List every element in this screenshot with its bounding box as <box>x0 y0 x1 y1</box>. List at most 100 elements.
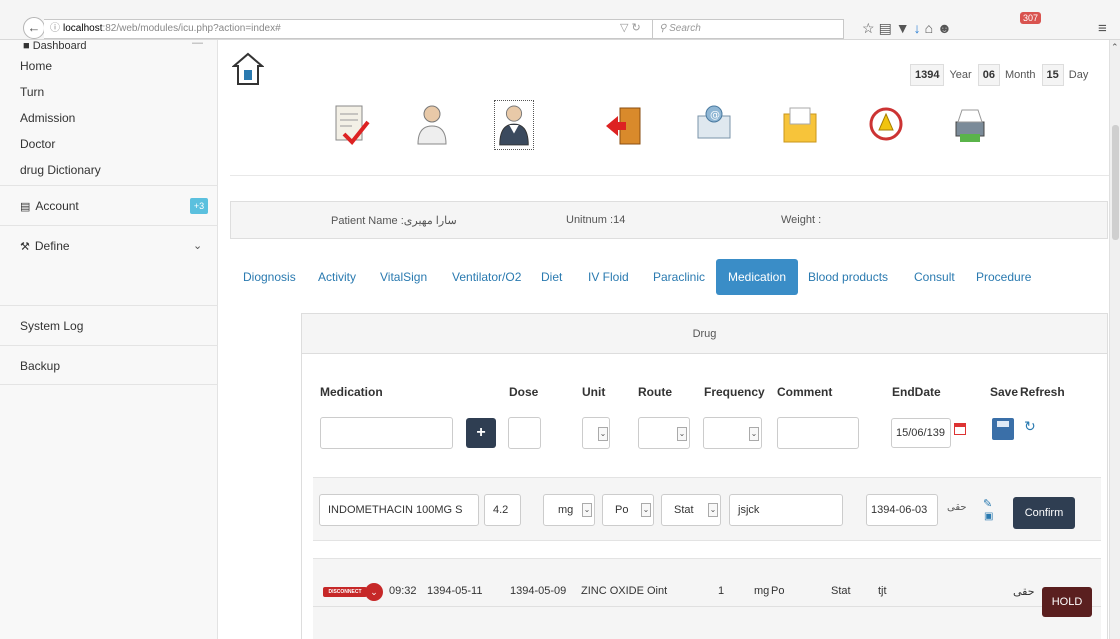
sidebar: ■ Dashboard — Home Turn Admission Doctor… <box>0 40 218 639</box>
route-select[interactable]: ⌄ <box>638 417 690 449</box>
col-save: Save <box>990 385 1019 399</box>
tab-medication[interactable]: Medication <box>716 259 799 295</box>
sidebar-item-label: Define <box>34 239 70 253</box>
pending-medication[interactable]: INDOMETHACIN 100MG S <box>319 494 479 526</box>
bookmark-star-icon[interactable]: ☆ <box>862 20 879 36</box>
patient-info-bar: Patient Name :سارا مهیری Unitnum :14 Wei… <box>230 201 1108 239</box>
tab-blood-products[interactable]: Blood products <box>808 259 888 295</box>
patient-weight: Weight : <box>781 214 822 226</box>
sidebar-item-system-log[interactable]: System Log <box>0 305 218 345</box>
browser-search-input[interactable]: ⚲ Search <box>652 19 844 39</box>
calendar-icon[interactable] <box>954 423 966 435</box>
comment-input[interactable] <box>777 417 859 449</box>
reading-list-icon[interactable]: ▤ <box>879 20 896 36</box>
url-host: localhost <box>63 23 103 34</box>
dose-input[interactable] <box>508 417 541 449</box>
scrollbar-thumb[interactable] <box>1112 125 1119 240</box>
tab-procedure[interactable]: Procedure <box>976 259 1031 295</box>
sidebar-item-home[interactable]: Home <box>0 52 218 80</box>
record-dose: 1 <box>718 585 725 597</box>
pocket-icon[interactable]: ▼ <box>896 20 914 36</box>
sidebar-item-drug-dictionary[interactable]: drug Dictionary <box>0 156 218 184</box>
tab-activity[interactable]: Activity <box>318 259 356 295</box>
col-refresh: Refresh <box>1020 385 1065 399</box>
printer-icon[interactable] <box>950 100 990 150</box>
disconnect-badge[interactable]: DISCONNECT <box>323 587 367 597</box>
month-label: Month <box>1004 69 1036 81</box>
pending-signature: حقی <box>947 502 967 513</box>
search-placeholder: Search <box>669 23 701 34</box>
sidebar-header[interactable]: ■ Dashboard — <box>23 40 213 52</box>
tab-iv-floid[interactable]: IV Floid <box>588 259 629 295</box>
folder-icon[interactable] <box>780 100 820 150</box>
date-display: 1394 Year 06 Month 15 Day <box>910 64 1094 86</box>
chevron-down-icon: ⌄ <box>582 503 592 517</box>
dashboard-icon: ■ <box>23 40 30 52</box>
back-button[interactable]: ← <box>23 17 45 39</box>
doctor-icon[interactable] <box>494 100 534 150</box>
drug-panel: Drug Medication Dose Unit Route Frequenc… <box>301 313 1108 639</box>
tab-ventilator[interactable]: Ventilator/O2 <box>452 259 521 295</box>
chevron-down-icon: ⌄ <box>708 503 718 517</box>
pending-unit-select[interactable]: mg ⌄ <box>543 494 595 526</box>
pending-enddate[interactable]: 1394-06-03 <box>866 494 938 526</box>
pending-frequency-select[interactable]: Stat ⌄ <box>661 494 721 526</box>
notification-badge[interactable]: 307 <box>1020 12 1042 24</box>
sidebar-item-backup[interactable]: Backup <box>0 345 218 385</box>
pending-route-value: Po <box>615 504 629 516</box>
sidebar-item-doctor[interactable]: Doctor <box>0 130 218 158</box>
sidebar-item-account[interactable]: ▤ Account +3 <box>0 185 218 225</box>
exit-door-icon[interactable] <box>604 100 644 150</box>
hold-button[interactable]: HOLD <box>1042 587 1092 617</box>
save-icon[interactable] <box>992 418 1014 440</box>
pending-comment[interactable]: jsjck <box>729 494 843 526</box>
alarm-clock-icon[interactable] <box>866 100 906 150</box>
download-icon[interactable]: ↓ <box>914 20 925 36</box>
pending-unit-value: mg <box>558 504 574 516</box>
home-browser-icon[interactable]: ⌂ <box>925 20 937 36</box>
trash-icon[interactable]: ▣ <box>984 511 993 522</box>
menu-icon[interactable]: ≡ <box>1098 20 1107 37</box>
col-route: Route <box>638 385 672 399</box>
enddate-input[interactable]: 15/06/139 <box>891 418 951 448</box>
browser-toolbar-icons: ☆▤▼↓⌂☻ <box>862 18 956 38</box>
tab-diet[interactable]: Diet <box>541 259 562 295</box>
home-icon[interactable] <box>232 52 264 86</box>
tab-paraclinic[interactable]: Paraclinic <box>653 259 705 295</box>
chevron-down-icon[interactable]: ⌄ <box>365 583 383 601</box>
nurse-icon[interactable] <box>412 100 452 150</box>
record-date-order: 1394-05-09 <box>510 585 567 597</box>
sidebar-item-admission[interactable]: Admission <box>0 104 218 132</box>
clipboard-check-icon[interactable] <box>330 100 370 150</box>
month-value: 06 <box>977 64 1000 86</box>
sidebar-item-label: Backup <box>20 359 61 373</box>
confirm-button[interactable]: Confirm <box>1013 497 1075 529</box>
chevron-down-icon: ⌄ <box>749 427 759 441</box>
unit-select[interactable]: ⌄ <box>582 417 610 449</box>
frequency-select[interactable]: ⌄ <box>703 417 762 449</box>
year-value: 1394 <box>910 64 945 86</box>
scrollbar[interactable]: ⌃ <box>1109 40 1120 639</box>
email-icon[interactable]: @ <box>694 100 734 150</box>
account-badge: +3 <box>190 198 208 214</box>
add-medication-button[interactable]: + <box>466 418 496 448</box>
chat-icon[interactable]: ☻ <box>937 20 956 36</box>
col-enddate: EndDate <box>892 385 941 399</box>
pending-route-select[interactable]: Po ⌄ <box>602 494 654 526</box>
tab-consult[interactable]: Consult <box>914 259 955 295</box>
pencil-icon[interactable]: ✎ <box>983 497 992 510</box>
medication-input[interactable] <box>320 417 453 449</box>
chevron-down-icon: ⌄ <box>641 503 651 517</box>
refresh-icon[interactable]: ↻ <box>1024 418 1036 435</box>
scroll-up-icon[interactable]: ⌃ <box>1111 42 1119 53</box>
url-dropdown-icon[interactable]: ▽ ↻ <box>620 19 641 37</box>
tab-diognosis[interactable]: Diognosis <box>243 259 296 295</box>
collapse-icon[interactable]: — <box>192 40 203 49</box>
url-bar[interactable]: ⓘ localhost:82/web/modules/icu.php?action… <box>44 19 704 39</box>
sidebar-item-define[interactable]: ⚒ Define ⌄ <box>0 225 218 265</box>
record-route: Po <box>771 585 785 597</box>
sidebar-item-turn[interactable]: Turn <box>0 78 218 106</box>
record-date-start: 1394-05-11 <box>427 585 483 597</box>
tab-vitalsign[interactable]: VitalSign <box>380 259 427 295</box>
pending-dose[interactable]: 4.2 <box>484 494 521 526</box>
